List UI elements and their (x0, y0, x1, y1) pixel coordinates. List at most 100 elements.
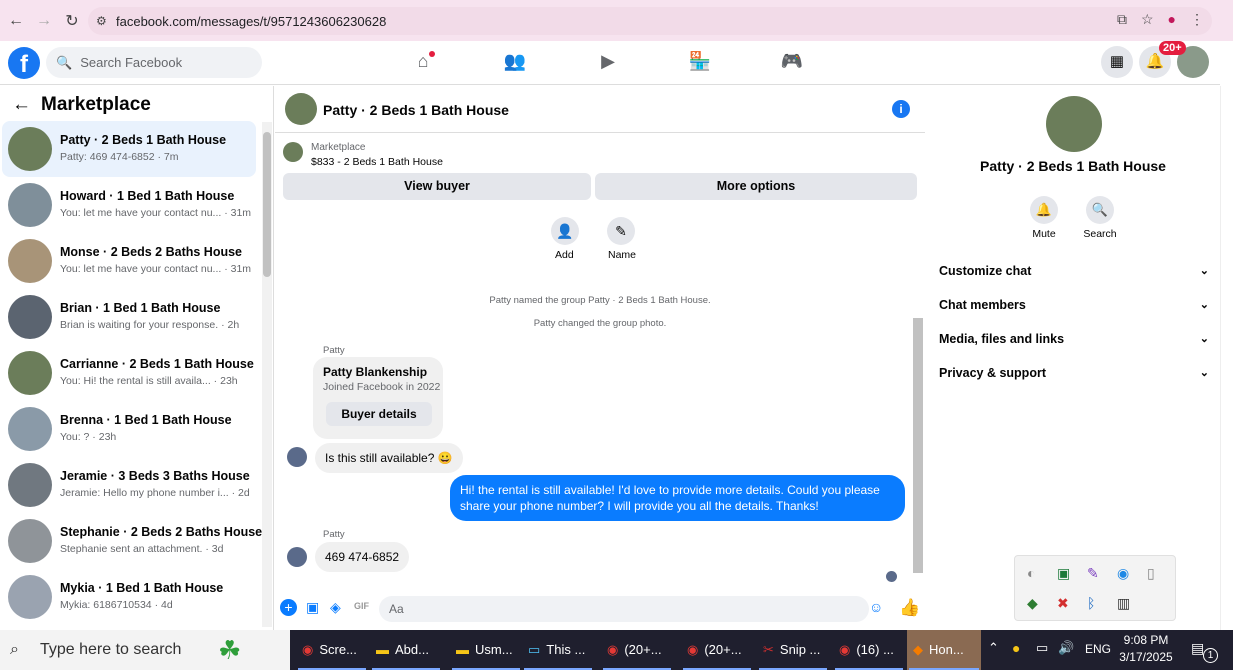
sender-avatar[interactable] (287, 547, 307, 567)
chat-scrollbar[interactable] (912, 210, 924, 585)
bookmark-star-icon[interactable]: ☆ (1141, 11, 1154, 28)
conversation-item[interactable]: Patty · 2 Beds 1 Bath House Patty: 469 47… (2, 121, 256, 177)
watch-icon[interactable]: ▶ (596, 51, 620, 75)
forward-arrow-icon[interactable]: → (32, 9, 56, 33)
more-options-button[interactable]: More options (595, 173, 917, 200)
mute-button[interactable]: 🔔 Mute (1014, 196, 1074, 240)
taskbar-search[interactable]: ⌕ Type here to search ☘ (0, 630, 290, 670)
conversation-snippet: You: let me have your contact nu... · 31… (60, 207, 252, 219)
volume-icon[interactable]: 🔊 (1058, 640, 1074, 656)
taskbar-app[interactable]: ▭ This ... (522, 630, 594, 670)
bluetooth-icon[interactable]: ᛒ (1087, 595, 1095, 611)
usb-icon[interactable]: ▯ (1147, 565, 1155, 582)
tray-app-icon[interactable]: ✖ (1057, 595, 1069, 612)
buyer-details-button[interactable]: Buyer details (326, 402, 432, 426)
menu-grid-icon[interactable]: ▦ (1101, 46, 1133, 78)
taskbar-app[interactable]: ✂ Snip ... (757, 630, 829, 670)
media-files-section[interactable]: Media, files and links ⌄ (939, 332, 1209, 346)
clover-icon: ☘ (218, 635, 242, 665)
conversation-item[interactable]: Brian · 1 Bed 1 Bath House Brian is waiti… (2, 289, 256, 345)
privacy-support-section[interactable]: Privacy & support ⌄ (939, 366, 1209, 380)
tray-app-icon[interactable]: ◐ (1027, 565, 1035, 581)
chat-avatar[interactable] (285, 93, 317, 125)
clock[interactable]: 9:08 PM 3/17/2025 (1116, 632, 1176, 666)
tray-app-icon[interactable]: ● (1012, 640, 1020, 656)
clock-time: 9:08 PM (1123, 633, 1169, 647)
sender-avatar[interactable] (287, 447, 307, 467)
taskbar-app[interactable]: ◉ Scre... (296, 630, 368, 670)
friends-icon[interactable]: 👥 (503, 51, 527, 75)
pen-icon[interactable]: ✎ (1087, 565, 1099, 582)
browser-menu-icon[interactable]: ⋮ (1190, 11, 1204, 28)
language-indicator[interactable]: ENG (1085, 642, 1111, 656)
browser-toolbar: ← → ↻ ⚙ facebook.com/messages/t/95712436… (0, 0, 1233, 41)
listing-text[interactable]: $833 - 2 Beds 1 Bath House (311, 156, 443, 168)
tray-app-icon[interactable]: ◆ (1027, 595, 1038, 612)
battery-icon[interactable]: ▭ (1036, 640, 1048, 656)
chevron-up-icon[interactable]: ⌃ (988, 640, 999, 656)
tray-app-icon[interactable]: ◉ (1117, 565, 1129, 582)
buyer-joined: Joined Facebook in 2022 (323, 381, 441, 393)
excel-icon[interactable]: ▣ (1057, 565, 1070, 582)
back-arrow-icon[interactable]: ← (12, 94, 31, 116)
facebook-logo[interactable]: f (8, 47, 40, 79)
site-info-icon[interactable]: ⚙ (96, 14, 107, 28)
taskbar-app[interactable]: ◉ (20+... (601, 630, 673, 670)
buyer-name: Patty Blankenship (323, 365, 428, 379)
add-label: Add (555, 249, 574, 261)
conversation-title: Patty · 2 Beds 1 Bath House (60, 133, 227, 147)
group-photo[interactable] (1046, 96, 1102, 152)
conversation-item[interactable]: Howard · 1 Bed 1 Bath House You: let me h… (2, 177, 256, 233)
customize-chat-section[interactable]: Customize chat ⌄ (939, 264, 1209, 278)
info-icon[interactable]: i (892, 100, 910, 118)
conversation-title: Carrianne · 2 Beds 1 Bath House (60, 357, 254, 371)
conversation-item[interactable]: Stephanie · 2 Beds 2 Baths House Stephani… (2, 513, 262, 569)
system-message: Patty named the group Patty · 2 Beds 1 B… (489, 295, 711, 306)
taskbar-app[interactable]: ◉ (16) ... (833, 630, 905, 670)
taskbar-app[interactable]: ◉ (20+... (681, 630, 753, 670)
conversation-item[interactable]: Brenna · 1 Bed 1 Bath House You: ? · 23h (2, 401, 256, 457)
outgoing-message[interactable]: Hi! the rental is still available! I'd l… (450, 475, 905, 521)
view-buyer-button[interactable]: View buyer (283, 173, 591, 200)
facebook-header: f 🔍 Search Facebook ⌂ 👥 ▶ 🏪 🎮 ▦ 🔔 20+ (0, 41, 1220, 85)
chat-members-section[interactable]: Chat members ⌄ (939, 298, 1209, 312)
name-label: Name (608, 249, 637, 261)
edit-name-icon[interactable]: ✎ (607, 217, 635, 245)
conversation-avatar (8, 351, 52, 395)
sticker-icon[interactable]: ◈ (330, 599, 341, 616)
plus-icon[interactable]: + (280, 599, 297, 616)
gif-icon[interactable]: GIF (354, 601, 369, 611)
profile-icon[interactable]: ● (1168, 11, 1176, 28)
marketplace-icon[interactable]: 🏪 (688, 51, 712, 75)
conversation-item[interactable]: Carrianne · 2 Beds 1 Bath House You: Hi! … (2, 345, 256, 401)
taskbar-app[interactable]: ◆ Hon... (907, 630, 981, 670)
photo-icon[interactable]: ▣ (306, 599, 319, 616)
incoming-message[interactable]: Is this still available? 😀 (315, 443, 463, 473)
scrollbar-thumb[interactable] (913, 318, 923, 573)
facebook-search-input[interactable]: 🔍 Search Facebook (46, 47, 262, 78)
conversation-item[interactable]: Jeramie · 3 Beds 3 Baths House Jeramie: H… (2, 457, 256, 513)
scrollbar-thumb[interactable] (263, 132, 271, 277)
taskbar-app[interactable]: ▬ Usm... (450, 630, 522, 670)
conversation-item[interactable]: Monse · 2 Beds 2 Baths House You: let me … (2, 233, 256, 289)
emoji-icon[interactable]: ☺ (869, 599, 883, 615)
address-bar[interactable]: ⚙ facebook.com/messages/t/95712436062306… (88, 7, 1212, 35)
gaming-icon[interactable]: 🎮 (780, 51, 804, 75)
back-arrow-icon[interactable]: ← (4, 9, 28, 33)
message-input[interactable]: Aa (379, 596, 869, 622)
sidebar-scrollbar[interactable] (262, 122, 272, 627)
app-icon: ✂ (763, 642, 774, 657)
search-button[interactable]: 🔍 Search (1070, 196, 1130, 240)
page-scrollbar[interactable] (1220, 86, 1233, 630)
thumbs-up-icon[interactable]: 👍 (899, 598, 920, 618)
conversation-item[interactable]: Mykia · 1 Bed 1 Bath House Mykia: 6186710… (2, 569, 256, 625)
taskbar-app[interactable]: ▬ Abd... (370, 630, 442, 670)
chevron-down-icon: ⌄ (1199, 333, 1209, 345)
install-app-icon[interactable]: ⧉ (1117, 11, 1127, 28)
chat-title[interactable]: Patty · 2 Beds 1 Bath House (323, 102, 509, 118)
incoming-message[interactable]: 469 474-6852 (315, 542, 410, 572)
add-person-icon[interactable]: 👤 (551, 217, 579, 245)
conversation-avatar (8, 463, 52, 507)
reload-icon[interactable]: ↻ (60, 9, 84, 33)
audio-icon[interactable]: ▥ (1117, 595, 1130, 612)
